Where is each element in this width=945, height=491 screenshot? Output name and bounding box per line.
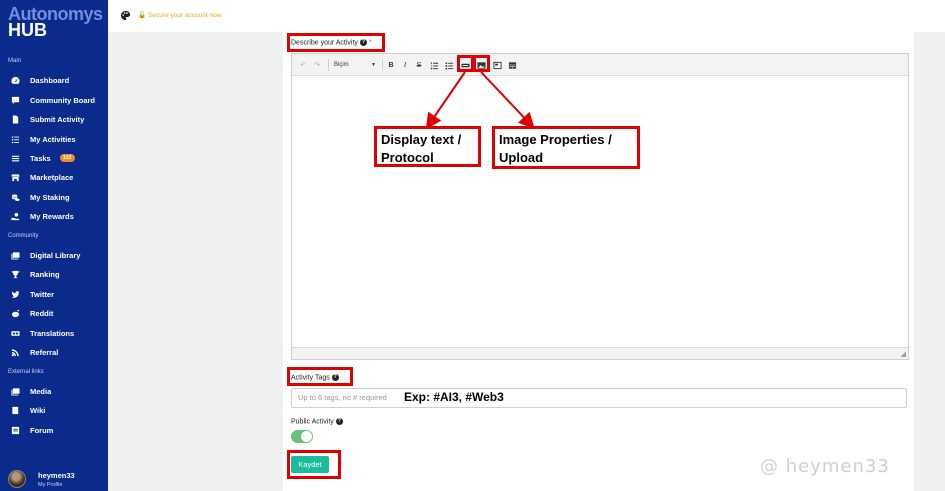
sidebar-item-digital-library[interactable]: Digital Library: [0, 247, 108, 263]
section-external: External links: [8, 369, 44, 375]
section-community: Community: [8, 233, 39, 239]
toggle-knob: [301, 431, 312, 442]
forum-icon: [10, 425, 20, 435]
sidebar-item-label: Referral: [30, 347, 59, 357]
sidebar-item-label: Twitter: [30, 289, 55, 299]
tasks-count-badge: 112: [59, 154, 75, 162]
list-icon: [10, 134, 20, 144]
twitter-icon: [10, 289, 20, 299]
sidebar-item-label: Forum: [30, 425, 54, 435]
brand-logo[interactable]: Autonomys HUB: [8, 5, 104, 40]
sidebar-item-label: Digital Library: [30, 250, 81, 260]
sidebar-item-label: Translations: [30, 328, 75, 338]
rss-icon: [10, 347, 20, 357]
public-activity-label-text: Public Activity: [291, 418, 334, 426]
activity-tags-placeholder: Up to 6 tags, no # required: [298, 393, 387, 402]
bold-icon[interactable]: B: [386, 59, 396, 71]
store-icon: [10, 172, 20, 182]
trophy-icon: [10, 269, 20, 279]
sidebar-item-marketplace[interactable]: Marketplace: [0, 169, 108, 185]
annotation-box-link: [457, 55, 474, 72]
annotation-box-describe: [287, 33, 385, 52]
italic-icon[interactable]: I: [400, 59, 410, 71]
tasks-icon: [10, 153, 20, 163]
section-main: Main: [8, 58, 22, 64]
sidebar: Autonomys HUB Main Dashboard Community B…: [0, 0, 108, 491]
chevron-down-icon: ▼: [371, 62, 376, 68]
secure-account-link[interactable]: 🔓 Secure your account now: [138, 11, 221, 19]
sidebar-item-reddit[interactable]: Reddit: [0, 305, 108, 321]
tags-example-annotation: Exp: #AI3, #Web3: [404, 390, 504, 404]
sidebar-item-forum[interactable]: Forum: [0, 422, 108, 438]
sidebar-item-label: My Rewards: [30, 211, 74, 221]
sidebar-item-label: Community Board: [30, 95, 96, 105]
speedometer-icon: [10, 75, 20, 85]
watermark: @ heymen33: [760, 456, 890, 477]
activity-tags-input[interactable]: Up to 6 tags, no # required: [291, 388, 907, 408]
coins-icon: [10, 192, 20, 202]
sidebar-item-label: My Staking: [30, 192, 70, 202]
sidebar-item-label: My Activities: [30, 134, 76, 144]
chat-icon: [10, 95, 20, 105]
sidebar-item-label: Dashboard: [30, 75, 70, 85]
undo-icon[interactable]: ↶: [298, 59, 308, 71]
callout-image-properties: Image Properties / Upload: [492, 126, 640, 169]
sidebar-item-label: Tasks: [30, 153, 51, 163]
translate-icon: [10, 328, 20, 338]
sidebar-item-wiki[interactable]: Wiki: [0, 402, 108, 418]
format-select[interactable]: Biçim ▼: [334, 59, 378, 71]
brand-line2: HUB: [8, 20, 47, 40]
callout-display-text: Display text / Protocol: [374, 126, 481, 167]
reddit-icon: [10, 308, 20, 318]
sidebar-item-label: Marketplace: [30, 172, 74, 182]
numbered-list-icon[interactable]: [429, 59, 439, 71]
sidebar-item-referral[interactable]: Referral: [0, 344, 108, 360]
help-icon[interactable]: ?: [335, 418, 343, 425]
topbar: 🔓 Secure your account now: [108, 0, 945, 32]
profile-link[interactable]: My Profile: [38, 482, 62, 488]
sidebar-item-label: Wiki: [30, 405, 46, 415]
redo-icon[interactable]: ↷: [312, 59, 322, 71]
sidebar-item-label: Ranking: [30, 269, 60, 279]
sidebar-item-submit-activity[interactable]: Submit Activity: [0, 111, 108, 127]
sidebar-item-my-staking[interactable]: My Staking: [0, 189, 108, 205]
public-activity-label: Public Activity ?: [291, 418, 343, 425]
sidebar-item-media[interactable]: Media: [0, 383, 108, 399]
strikethrough-icon[interactable]: S: [414, 59, 424, 71]
palette-icon[interactable]: [120, 10, 131, 21]
sidebar-item-ranking[interactable]: Ranking: [0, 266, 108, 282]
editor-toolbar: ↶ ↷ Biçim ▼ B I S: [292, 54, 908, 76]
annotation-box-image: [473, 55, 490, 72]
unlock-icon: 🔓: [138, 12, 147, 19]
sidebar-item-community-board[interactable]: Community Board: [0, 92, 108, 108]
sidebar-item-label: Media: [30, 386, 52, 396]
rich-text-editor[interactable]: ↶ ↷ Biçim ▼ B I S ◢: [291, 53, 909, 360]
sidebar-item-tasks[interactable]: Tasks 112: [0, 150, 108, 166]
resize-handle-icon[interactable]: ◢: [901, 350, 906, 358]
profile-name: heymen33: [38, 471, 75, 480]
photo-icon: [10, 250, 20, 260]
sidebar-item-translations[interactable]: Translations: [0, 325, 108, 341]
user-profile[interactable]: heymen33 My Profile: [8, 468, 108, 490]
public-activity-toggle[interactable]: [291, 430, 313, 443]
sidebar-item-my-rewards[interactable]: My Rewards: [0, 208, 108, 224]
book-icon: [10, 405, 20, 415]
editor-statusbar: ◢: [292, 347, 908, 359]
secure-account-text: Secure your account now: [148, 12, 222, 19]
bulleted-list-icon[interactable]: [444, 59, 454, 71]
sidebar-item-label: Submit Activity: [30, 114, 85, 124]
annotation-box-save: [287, 450, 341, 479]
sidebar-item-twitter[interactable]: Twitter: [0, 286, 108, 302]
hand-coin-icon: [10, 211, 20, 221]
table-icon[interactable]: [507, 59, 517, 71]
sidebar-item-my-activities[interactable]: My Activities: [0, 131, 108, 147]
photo-icon: [10, 386, 20, 396]
sidebar-item-dashboard[interactable]: Dashboard: [0, 72, 108, 88]
avatar: [8, 470, 26, 488]
sidebar-item-label: Reddit: [30, 308, 54, 318]
annotation-box-tags: [287, 367, 353, 386]
format-select-value: Biçim: [334, 62, 349, 68]
file-icon: [10, 114, 20, 124]
media-embed-icon[interactable]: [492, 59, 502, 71]
